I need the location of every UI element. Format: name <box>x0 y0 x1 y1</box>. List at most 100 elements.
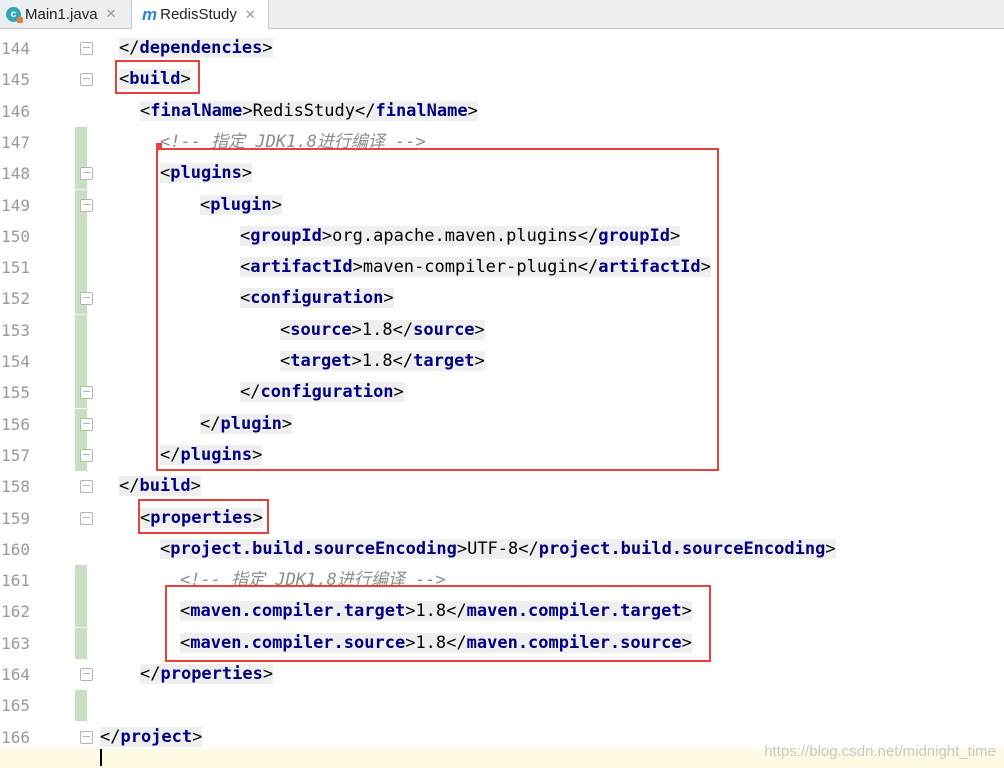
xml-token: > <box>321 225 333 246</box>
xml-tag-name: build <box>129 69 181 90</box>
code-line[interactable]: 159 <properties> <box>0 503 1004 534</box>
xml-tag-name: configuration <box>250 288 384 309</box>
fold-toggle-icon[interactable] <box>80 448 93 462</box>
code-text: <groupId>org.apache.maven.plugins</group… <box>240 221 681 252</box>
xml-token: < <box>140 507 151 528</box>
code-line[interactable]: 161 <!-- 指定 JDK1.8进行编译 --> <box>0 565 1004 597</box>
code-editor[interactable]: 144 </dependencies> 145 <build> 146 <finalNam… <box>0 29 1004 768</box>
xml-token: 1.8 <box>361 351 393 371</box>
xml-tag-name: source <box>290 319 352 340</box>
code-line[interactable]: 146 <finalName>RedisStudy</finalName> <box>0 96 1004 127</box>
code-line[interactable]: 145 <build> <box>0 64 1004 95</box>
fold-toggle-icon[interactable] <box>80 73 93 87</box>
tab-label: RedisStudy <box>160 6 237 23</box>
code-line[interactable]: 144 </dependencies> <box>0 33 1004 64</box>
fold-toggle-icon[interactable] <box>80 386 93 400</box>
vcs-change-marker[interactable] <box>75 690 87 722</box>
xml-token: > <box>190 476 201 497</box>
line-number: 149 <box>1 195 30 215</box>
line-number: 155 <box>1 383 30 403</box>
xml-token: > <box>393 382 404 403</box>
xml-tag-name: finalName <box>375 100 468 121</box>
code-line[interactable]: 151 <artifactId>maven-compiler-plugin</ar… <box>0 252 1004 284</box>
code-line[interactable]: 163 <maven.compiler.source>1.8</maven.com… <box>0 627 1004 659</box>
fold-toggle-icon[interactable] <box>80 167 93 181</box>
code-line[interactable]: 156 </plugin> <box>0 408 1004 440</box>
code-line[interactable]: 162 <maven.compiler.target>1.8</maven.com… <box>0 596 1004 628</box>
line-number: 154 <box>1 352 30 371</box>
fold-toggle-icon[interactable] <box>80 730 93 744</box>
code-text: <finalName>RedisStudy</finalName> <box>140 96 478 127</box>
code-text: <target>1.8</target> <box>280 346 485 377</box>
xml-token: </ <box>446 632 467 653</box>
vcs-change-marker[interactable] <box>75 314 87 346</box>
tab-main1-java[interactable]: c Main1.java ✕ <box>0 0 131 28</box>
xml-token: < <box>180 601 191 622</box>
vcs-change-marker[interactable] <box>75 126 87 158</box>
xml-token: < <box>240 225 251 246</box>
line-number: 144 <box>1 39 30 58</box>
code-line[interactable]: 164 </properties> <box>0 659 1004 690</box>
code-text: </properties> <box>140 659 274 690</box>
code-line[interactable]: 160 <project.build.sourceEncoding>UTF-8</… <box>0 534 1004 565</box>
code-line[interactable]: 157 </plugins> <box>0 439 1004 471</box>
line-number: 163 <box>1 633 30 653</box>
xml-tag-name: plugins <box>170 163 242 184</box>
fold-toggle-icon[interactable] <box>80 42 93 55</box>
vcs-change-marker[interactable] <box>75 252 87 284</box>
code-line[interactable]: 148 <plugins> <box>0 158 1004 190</box>
code-line[interactable]: 147 <!-- 指定 JDK1.8进行编译 --> <box>0 126 1004 158</box>
fold-toggle-icon[interactable] <box>80 511 93 525</box>
code-text: <maven.compiler.target>1.8</maven.compil… <box>180 596 692 627</box>
xml-tag-name: maven.compiler.target <box>466 601 682 622</box>
xml-token: RedisStudy <box>252 100 355 121</box>
xml-token: < <box>160 163 171 184</box>
xml-tag-name: maven.compiler.target <box>190 601 406 622</box>
code-text: <project.build.sourceEncoding>UTF-8</pro… <box>160 534 836 565</box>
code-line[interactable]: 153 <source>1.8</source> <box>0 314 1004 346</box>
tab-redisstudy[interactable]: m RedisStudy ✕ <box>131 0 269 29</box>
xml-tag-name: project <box>120 726 193 747</box>
fold-toggle-icon[interactable] <box>80 417 93 431</box>
xml-tag-name: artifactId <box>598 257 701 278</box>
fold-toggle-icon[interactable] <box>80 480 93 494</box>
vcs-change-marker[interactable] <box>75 346 87 377</box>
code-line[interactable]: 149 <plugin> <box>0 189 1004 221</box>
xml-tag-name: artifactId <box>250 257 353 278</box>
code-text: <maven.compiler.source>1.8</maven.compil… <box>180 628 692 659</box>
code-text: <!-- 指定 JDK1.8进行编译 --> <box>160 127 426 158</box>
xml-token: > <box>262 664 274 684</box>
close-icon[interactable]: ✕ <box>245 7 256 23</box>
vcs-change-marker[interactable] <box>75 627 87 659</box>
xml-token: </ <box>100 726 121 747</box>
code-line[interactable]: 154 <target>1.8</target> <box>0 346 1004 377</box>
fold-toggle-icon[interactable] <box>80 668 93 681</box>
xml-token: org.apache.maven.plugins <box>332 225 578 246</box>
code-text: <source>1.8</source> <box>280 315 485 346</box>
xml-token: </ <box>240 382 261 403</box>
xml-token: </ <box>446 601 467 622</box>
fold-toggle-icon[interactable] <box>80 198 93 212</box>
vcs-change-marker[interactable] <box>75 220 87 252</box>
close-icon[interactable]: ✕ <box>106 6 117 22</box>
xml-token: > <box>456 538 468 559</box>
code-text: <plugins> <box>160 158 253 189</box>
xml-tag-name: properties <box>150 507 253 528</box>
xml-tag-name: plugin <box>220 413 282 434</box>
code-line[interactable]: 150 <groupId>org.apache.maven.plugins</gr… <box>0 220 1004 252</box>
xml-token: </ <box>392 351 414 371</box>
line-number: 166 <box>1 727 30 747</box>
code-line[interactable]: 165 <box>0 690 1004 722</box>
code-line[interactable]: 155 </configuration> <box>0 377 1004 409</box>
xml-token: 1.8 <box>361 319 393 340</box>
code-text: </dependencies> <box>119 33 273 64</box>
fold-toggle-icon[interactable] <box>80 292 93 306</box>
code-line[interactable]: 158 </build> <box>0 471 1004 502</box>
vcs-change-marker[interactable] <box>75 565 87 597</box>
xml-token: </ <box>577 257 599 278</box>
code-line[interactable]: 152 <configuration> <box>0 283 1004 315</box>
vcs-change-marker[interactable] <box>75 596 87 628</box>
xml-tag-name: project.build.sourceEncoding <box>170 538 457 559</box>
xml-token: > <box>252 507 263 528</box>
xml-tag-name: maven.compiler.source <box>466 632 682 653</box>
